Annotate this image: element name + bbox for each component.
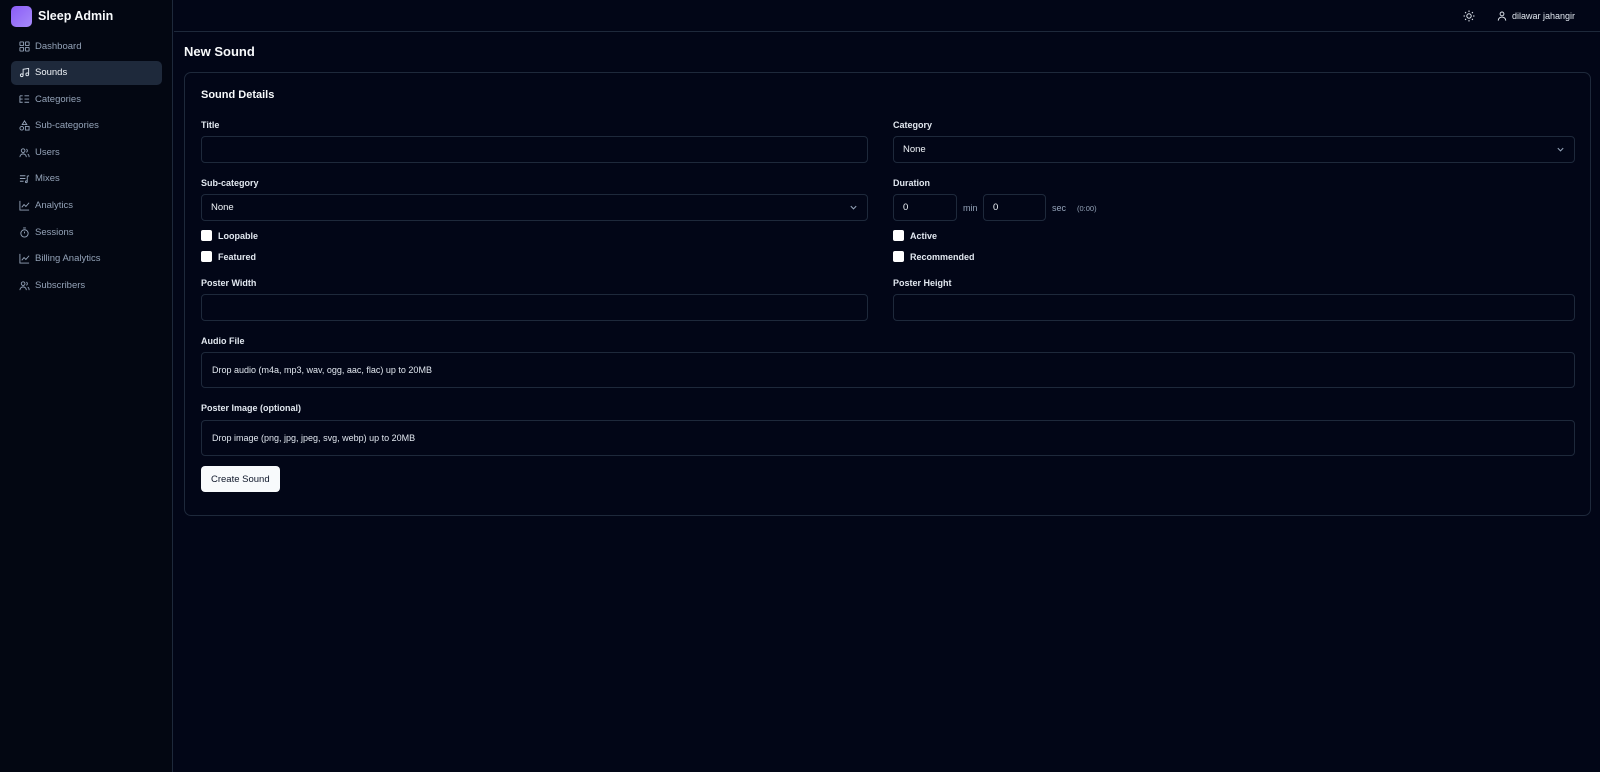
list-music-icon [19,175,30,184]
duration-label: Duration [893,178,930,188]
users-icon [19,281,30,290]
loopable-label: Loopable [218,230,258,241]
sidebar-item-label: Analytics [35,200,74,212]
sidebar-nav: Dashboard Sounds Categories Sub-categori… [11,34,162,300]
poster-dropzone-text: Drop image (png, jpg, jpeg, svg, webp) u… [212,433,416,443]
sidebar-item-label: Sounds [35,67,68,79]
checkbox-box[interactable] [201,230,212,241]
category-select[interactable]: None [893,136,1575,163]
sidebar-item-subscribers[interactable]: Subscribers [11,273,162,297]
sidebar-item-label: Mixes [35,173,60,185]
audio-dropzone-text: Drop audio (m4a, mp3, wav, ogg, aac, fla… [212,365,432,375]
subcategory-selected-value: None [211,202,234,213]
brand[interactable]: Sleep Admin [11,5,113,27]
sound-details-card: Sound Details Title Category None Sub-ca… [184,72,1591,516]
recommended-label: Recommended [910,251,975,262]
audio-file-label: Audio File [201,336,245,346]
checkbox-box[interactable] [893,230,904,241]
title-input[interactable] [201,136,868,163]
sidebar-item-sessions[interactable]: Sessions [11,220,162,244]
chevron-down-icon [850,205,857,210]
subcategory-select[interactable]: None [201,194,868,221]
brand-logo-icon [11,5,32,27]
duration-display: (0:00) [1077,204,1097,213]
sidebar-item-label: Categories [35,93,81,105]
sidebar: Sleep Admin Dashboard Sounds Categories [0,0,173,772]
sidebar-item-dashboard[interactable]: Dashboard [11,34,162,58]
recommended-checkbox[interactable]: Recommended [893,251,975,262]
subcategory-label: Sub-category [201,178,259,188]
checkbox-box[interactable] [201,251,212,262]
sidebar-item-users[interactable]: Users [11,140,162,164]
user-menu[interactable]: dilawar jahangir [1497,6,1575,26]
featured-label: Featured [218,251,257,262]
users-icon [19,148,30,157]
chevron-down-icon [1557,147,1564,152]
sidebar-item-label: Sub-categories [35,120,99,132]
sidebar-item-label: Dashboard [35,40,82,52]
shapes-icon [19,120,30,131]
poster-width-label: Poster Width [201,278,257,288]
chart-line-icon [19,200,30,211]
duration-seconds-input[interactable] [983,194,1046,221]
poster-image-label: Poster Image (optional) [201,403,302,413]
theme-toggle-button[interactable] [1459,6,1479,26]
chart-line-icon [19,254,30,264]
brand-name: Sleep Admin [38,9,114,23]
sidebar-item-analytics[interactable]: Analytics [11,194,162,218]
poster-image-dropzone[interactable]: Drop image (png, jpg, jpeg, svg, webp) u… [201,420,1575,456]
poster-width-input[interactable] [201,294,868,321]
poster-height-input[interactable] [893,294,1575,321]
grid-icon [19,40,30,52]
sun-icon [1463,10,1475,22]
page-title: New Sound [184,44,255,59]
sidebar-item-mixes[interactable]: Mixes [11,167,162,191]
audio-dropzone[interactable]: Drop audio (m4a, mp3, wav, ogg, aac, fla… [201,352,1575,388]
checkbox-box[interactable] [893,251,904,262]
sidebar-item-categories[interactable]: Categories [11,87,162,111]
user-name: dilawar jahangir [1512,11,1576,21]
duration-seconds-unit: sec [1052,203,1067,213]
title-label: Title [201,120,220,130]
timer-icon [20,227,29,238]
sidebar-item-sub-categories[interactable]: Sub-categories [11,114,162,138]
category-label: Category [893,120,933,130]
category-selected-value: None [903,144,926,155]
loopable-checkbox[interactable]: Loopable [201,230,258,241]
sidebar-item-label: Billing Analytics [35,253,101,265]
poster-height-label: Poster Height [893,278,952,288]
list-tree-icon [19,95,30,103]
topbar: dilawar jahangir [174,0,1600,32]
music-note-icon [19,67,30,78]
user-icon [1497,11,1507,21]
sidebar-item-billing-analytics[interactable]: Billing Analytics [11,247,162,271]
sidebar-item-sounds[interactable]: Sounds [11,60,162,85]
active-label: Active [910,230,938,241]
sidebar-item-label: Sessions [35,226,74,238]
active-checkbox[interactable]: Active [893,230,937,241]
create-sound-button[interactable]: Create Sound [201,466,280,492]
sidebar-item-label: Subscribers [35,279,86,291]
duration-minutes-unit: min [963,203,978,213]
card-title: Sound Details [201,89,275,101]
sidebar-item-label: Users [35,146,60,158]
featured-checkbox[interactable]: Featured [201,251,256,262]
duration-minutes-input[interactable] [893,194,957,221]
